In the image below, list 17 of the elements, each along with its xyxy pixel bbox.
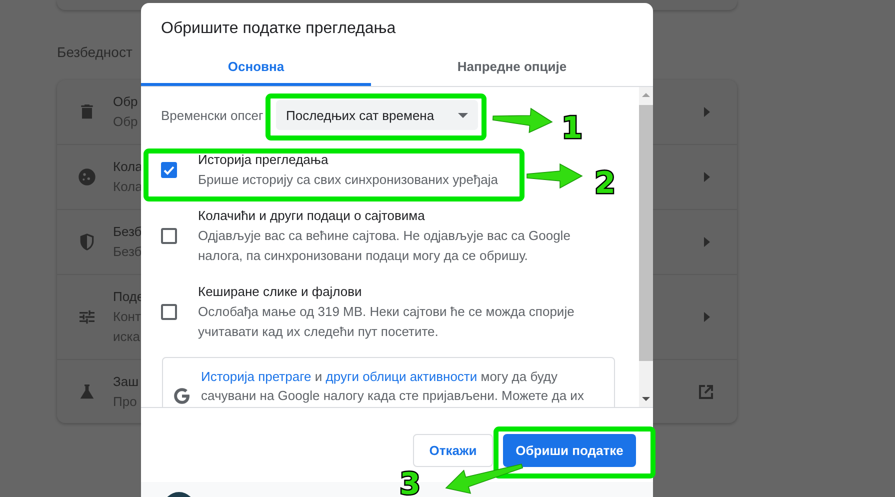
setting-title: Безб xyxy=(113,223,142,241)
notice-text: Историја претраге и други облици активности могу да буду сачувани на Google налогу када сте пријављени. Можете да их xyxy=(201,368,585,405)
dialog-title: Обришите податке прегледања xyxy=(160,19,397,39)
section-title: Безбедност xyxy=(57,44,134,61)
setting-title: Кола xyxy=(113,158,142,176)
time-range-label: Временски опсег xyxy=(161,108,264,122)
annotation-number: 2 xyxy=(594,166,616,201)
option-title: Историја прегледања xyxy=(198,151,330,169)
setting-title: Обр xyxy=(113,93,138,111)
annotation-number: 3 xyxy=(400,467,420,497)
setting-title: Заш xyxy=(113,372,139,390)
option-description: Одјављује вас са већине сајтова. Не одјављује вас са Google налога, па синхронизовани подаци могу да се обришу. xyxy=(198,227,572,265)
option-title: Кеширане слике и фајлови xyxy=(198,283,363,301)
option-description: Ослобађа мање од 319 MB. Неки сајтови ће се можда спорије учитавати кад их следећи пут посетите. xyxy=(198,303,576,341)
option-title: Колачићи и други подаци о сајтовима xyxy=(198,207,426,225)
annotation-number: 1 xyxy=(562,111,582,146)
option-description: Брише историју са свих синхронизованих уређаја xyxy=(198,171,498,189)
